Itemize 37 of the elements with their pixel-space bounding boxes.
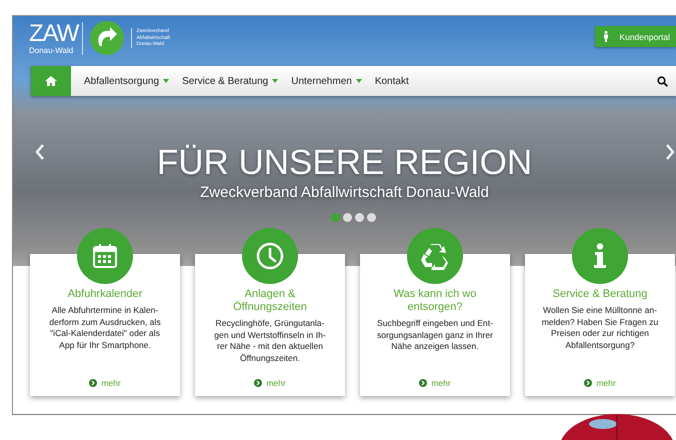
carousel-dot[interactable]: [343, 213, 352, 222]
nav-item[interactable]: Unternehmen: [291, 76, 362, 86]
card-text: Wollen Sie eine Mülltonne an- melden? Haben Sie Fragen zu Preisen oder zur richtigen Abfallentsorgung?: [542, 305, 658, 351]
arrow-circle-icon: [254, 379, 262, 387]
home-button[interactable]: [31, 66, 71, 96]
card-text: Alle Abfuhrtermine in Kalen- derform zum Ausdrucken, als "iCal-Kalenderdatei" oder als App für Ihr Smartphone.: [49, 305, 161, 351]
nav-item[interactable]: Abfallentsorgung: [84, 76, 170, 86]
person-icon: [603, 31, 610, 42]
card-title: Anlagen & Öffnungszeiten: [233, 288, 307, 314]
arrow-circle-icon: [89, 379, 98, 387]
card-title: Abfuhrkalender: [68, 288, 142, 301]
hero-subtitle: Zweckverband Abfallwirtschaft Donau-Wald: [200, 184, 489, 202]
arrow-circle-icon: [584, 379, 592, 387]
card-title: Service & Beratung: [552, 288, 648, 301]
search-icon[interactable]: [657, 76, 668, 86]
carousel-dot[interactable]: [367, 213, 376, 222]
portal-button[interactable]: Kundenportal: [595, 26, 676, 47]
arrow-circle-icon: [419, 379, 428, 387]
more-link[interactable]: mehr: [254, 378, 286, 388]
logo-wordmark: ZAW: [29, 22, 78, 46]
calendar-icon: [92, 243, 118, 269]
card-title: Was kann ich wo entsorgen?: [394, 288, 476, 314]
nav-item[interactable]: Kontakt: [374, 76, 409, 86]
recycle-icon: [420, 242, 450, 270]
more-link[interactable]: mehr: [584, 378, 616, 388]
nav-item[interactable]: Service & Beratung: [182, 76, 278, 86]
home-icon: [45, 76, 57, 86]
more-link[interactable]: mehr: [89, 378, 121, 388]
info-icon: [593, 243, 607, 269]
carousel-dot[interactable]: [331, 213, 340, 222]
logo-subtitle: Donau-Wald: [29, 46, 74, 54]
carousel-dot[interactable]: [355, 213, 364, 222]
card-text: Recyclinghöfe, Grüngutanla- gen und Wertstoffinseln in Ih- rer Nähe - mit den aktuellen Öffnungszeiten.: [214, 318, 326, 364]
card-text: Suchbegriff eingeben und Ent- sorgungsanlagen ganz in Ihrer Nähe anzeigen lassen.: [376, 318, 494, 352]
clock-icon: [256, 242, 284, 270]
hero-title: FÜR UNSERE REGION: [156, 144, 532, 182]
more-link[interactable]: mehr: [419, 378, 451, 388]
